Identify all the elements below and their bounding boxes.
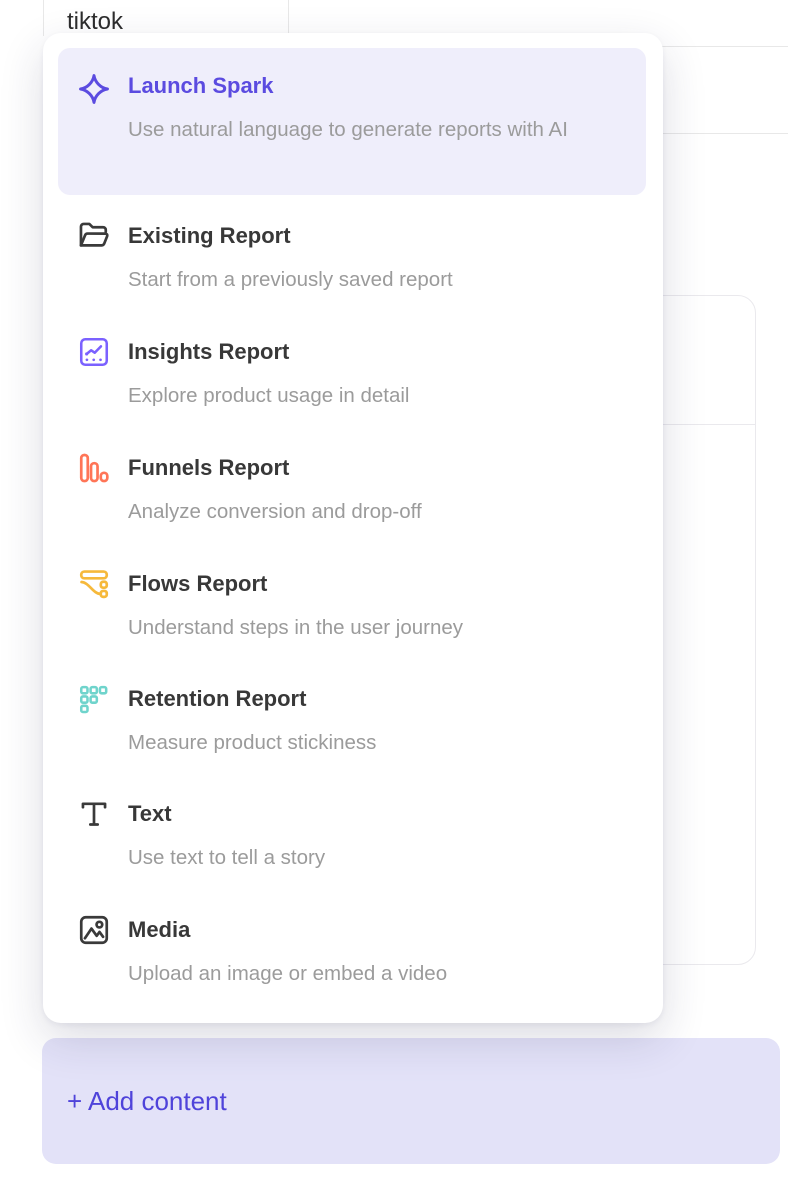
- menu-item-description: Analyze conversion and drop-off: [128, 497, 422, 526]
- add-content-menu: Launch Spark Use natural language to gen…: [43, 33, 663, 1023]
- menu-item-description: Use natural language to generate reports…: [128, 115, 568, 144]
- menu-item-existing-report[interactable]: Existing Report Start from a previously …: [43, 222, 663, 294]
- menu-item-title: Launch Spark: [128, 72, 568, 100]
- background-table-column-border: [43, 0, 44, 36]
- menu-item-title: Text: [128, 800, 325, 828]
- spark-icon: [77, 72, 111, 106]
- menu-item-media[interactable]: Media Upload an image or embed a video: [43, 916, 663, 988]
- menu-item-title: Retention Report: [128, 685, 376, 713]
- text-icon: [77, 797, 111, 831]
- menu-item-funnels-report[interactable]: Funnels Report Analyze conversion and dr…: [43, 454, 663, 526]
- screen: tiktok + Add content Launch Spark Use na…: [0, 0, 788, 1200]
- flows-icon: [77, 567, 111, 601]
- funnel-bars-icon: [77, 451, 111, 485]
- menu-item-launch-spark[interactable]: Launch Spark Use natural language to gen…: [58, 48, 646, 195]
- folder-open-icon: [77, 219, 111, 253]
- add-content-button[interactable]: + Add content: [42, 1038, 780, 1164]
- menu-item-title: Media: [128, 916, 447, 944]
- menu-item-description: Use text to tell a story: [128, 843, 325, 872]
- add-content-label: + Add content: [67, 1086, 227, 1117]
- menu-item-flows-report[interactable]: Flows Report Understand steps in the use…: [43, 570, 663, 642]
- menu-item-text[interactable]: Text Use text to tell a story: [43, 800, 663, 872]
- menu-item-description: Upload an image or embed a video: [128, 959, 447, 988]
- menu-item-title: Insights Report: [128, 338, 410, 366]
- menu-item-description: Start from a previously saved report: [128, 265, 453, 294]
- retention-grid-icon: [77, 682, 111, 716]
- background-table-cell: tiktok: [67, 8, 123, 36]
- menu-item-title: Flows Report: [128, 570, 463, 598]
- menu-item-insights-report[interactable]: Insights Report Explore product usage in…: [43, 338, 663, 410]
- insights-chart-icon: [77, 335, 111, 369]
- menu-item-description: Understand steps in the user journey: [128, 613, 463, 642]
- menu-item-retention-report[interactable]: Retention Report Measure product stickin…: [43, 685, 663, 757]
- menu-item-description: Measure product stickiness: [128, 728, 376, 757]
- menu-item-description: Explore product usage in detail: [128, 381, 410, 410]
- menu-item-title: Existing Report: [128, 222, 453, 250]
- menu-item-title: Funnels Report: [128, 454, 422, 482]
- media-image-icon: [77, 913, 111, 947]
